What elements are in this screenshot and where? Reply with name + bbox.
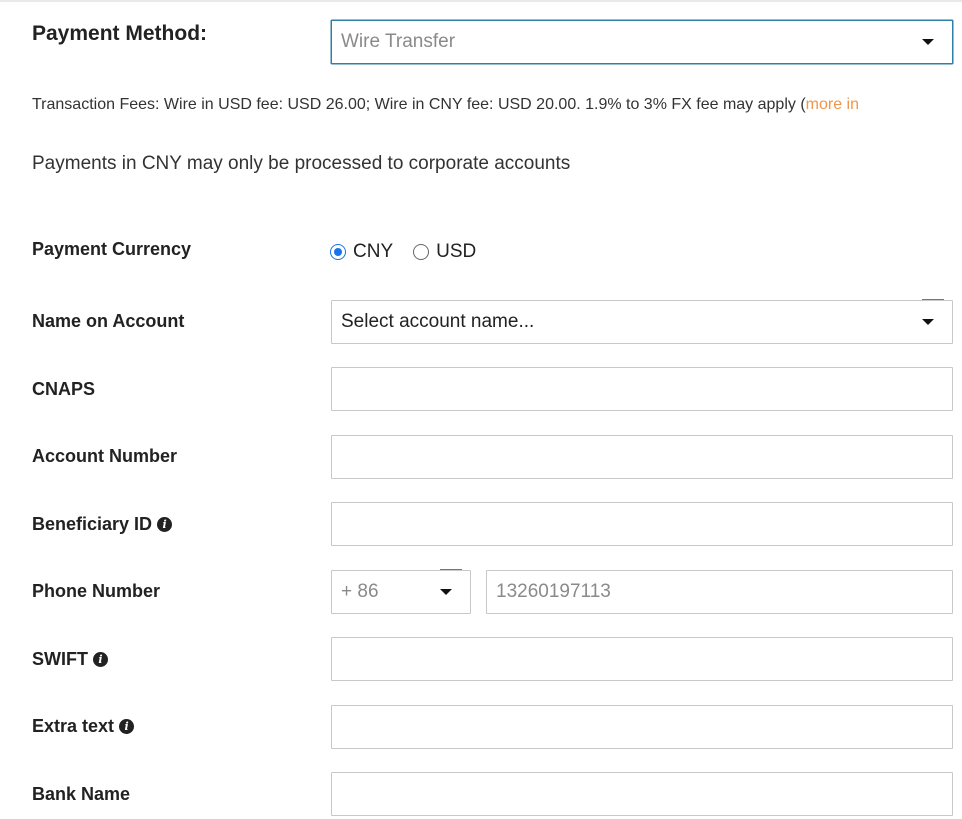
name-on-account-placeholder: Select account name... — [341, 311, 535, 332]
cnaps-label-text: CNAPS — [32, 379, 96, 399]
caret-down-icon — [440, 589, 452, 595]
phone-number-input[interactable]: 13260197113 — [486, 570, 953, 614]
bank-name-label-text: Bank Name — [32, 784, 131, 804]
beneficiary-id-label-text: Beneficiary ID — [32, 514, 153, 534]
extra-text-input[interactable] — [331, 705, 953, 749]
info-icon[interactable]: i — [93, 652, 108, 667]
radio-usd[interactable] — [413, 244, 430, 260]
fees-description: Transaction Fees: Wire in USD fee: USD 2… — [32, 96, 806, 113]
payment-currency-label: Payment Currency — [32, 239, 191, 260]
radio-cny[interactable] — [330, 244, 346, 260]
currency-option-usd[interactable]: USD — [413, 241, 476, 263]
caret-down-icon — [922, 39, 934, 45]
caret-down-icon — [922, 319, 934, 325]
bank-name-label: Bank Name — [32, 784, 130, 805]
currency-option-usd-label: USD — [436, 241, 477, 262]
account-number-input[interactable] — [331, 435, 953, 479]
name-on-account-label-text: Name on Account — [32, 311, 185, 331]
extra-text-label: Extra text i — [32, 716, 135, 737]
extra-text-label-text: Extra text — [32, 716, 115, 736]
bank-name-input[interactable] — [331, 772, 953, 816]
payment-currency-label-text: Payment Currency — [32, 239, 192, 259]
swift-label: SWIFT i — [32, 649, 108, 670]
cny-corporate-note: Payments in CNY may only be processed to… — [32, 153, 571, 174]
account-number-label-text: Account Number — [32, 446, 178, 466]
payment-method-label: Payment Method: — [32, 22, 208, 45]
phone-number-label-text: Phone Number — [32, 581, 161, 601]
cnaps-input[interactable] — [331, 367, 953, 411]
fees-more-info-link[interactable]: more in — [806, 96, 859, 113]
info-icon[interactable]: i — [157, 517, 173, 532]
phone-number-placeholder: 13260197113 — [496, 581, 611, 602]
phone-number-label: Phone Number — [32, 581, 160, 602]
name-on-account-label: Name on Account — [32, 311, 184, 332]
currency-option-cny-label: CNY — [353, 241, 394, 262]
account-number-label: Account Number — [32, 446, 177, 467]
currency-option-cny[interactable]: CNY — [330, 241, 393, 263]
top-divider — [0, 0, 962, 2]
cnaps-label: CNAPS — [32, 379, 95, 400]
payment-method-select[interactable]: Wire Transfer — [331, 20, 953, 64]
beneficiary-id-input[interactable] — [331, 502, 953, 546]
payment-method-value: Wire Transfer — [341, 31, 456, 52]
country-code-select[interactable]: + 86 — [331, 570, 471, 614]
beneficiary-id-label: Beneficiary ID i — [32, 514, 173, 535]
swift-input[interactable] — [331, 637, 953, 681]
name-on-account-select[interactable]: Select account name... — [331, 300, 953, 344]
info-icon[interactable]: i — [119, 719, 135, 734]
country-code-value: + 86 — [341, 581, 379, 602]
payment-currency-radio-group: CNY USD — [330, 241, 496, 263]
swift-label-text: SWIFT — [32, 649, 88, 669]
transaction-fees-text: Transaction Fees: Wire in USD fee: USD 2… — [32, 96, 859, 114]
